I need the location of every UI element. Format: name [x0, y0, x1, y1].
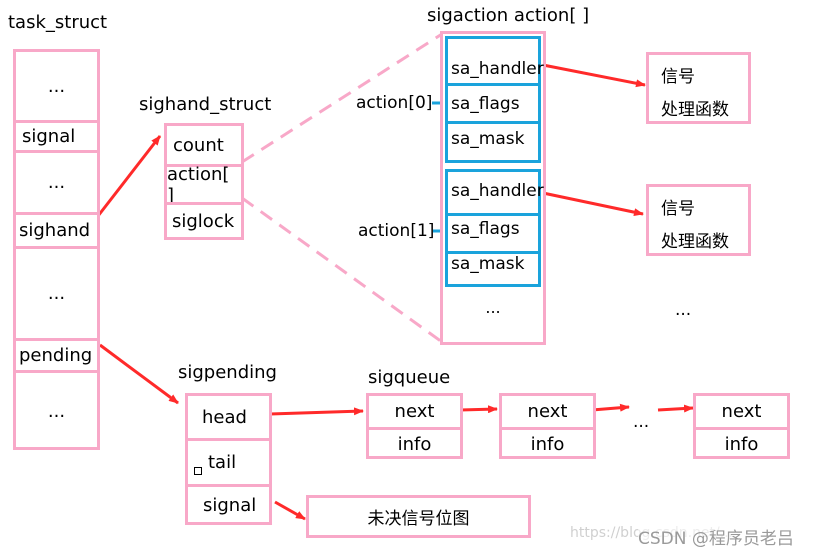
sigpending-field-tail: tail: [188, 438, 269, 484]
sa-handler-field: sa_handler: [451, 181, 544, 201]
anchor-handle-icon: [194, 467, 202, 475]
sa-flags-field: sa_flags: [448, 213, 538, 251]
sighand-field-siglock: siglock: [167, 202, 241, 238]
dashed-line-bottom: [241, 196, 443, 344]
task-struct-title: task_struct: [8, 12, 108, 33]
task-field-signal: signal: [16, 120, 97, 150]
sa-handler-field: sa_handler: [451, 59, 544, 79]
task-field-ellipsis: ...: [16, 150, 97, 212]
arrow-node0-to-node1: [459, 405, 498, 414]
sigqueue-node-1: next info: [499, 393, 596, 459]
task-struct-box: ... signal ... sighand ... pending ...: [13, 49, 100, 450]
action1-label: action[1]: [358, 221, 435, 241]
watermark-brand: CSDN @程序员老吕: [638, 524, 794, 549]
sighand-struct-box: count action[ ] siglock: [164, 123, 244, 240]
arrow-pending-to-sigpending: [99, 343, 179, 405]
sigqueue-node-2: next info: [693, 393, 790, 459]
sigpending-field-signal: signal: [188, 484, 269, 524]
sigqueue-title: sigqueue: [368, 367, 451, 388]
sigqueue-node-0: next info: [366, 393, 463, 459]
arrow-head-to-sigqueue: [269, 407, 364, 416]
task-field-ellipsis: ...: [16, 370, 97, 450]
handler-line2: 处理函数: [661, 100, 729, 120]
sa-flags-field: sa_flags: [448, 83, 538, 121]
sigqueue-info: info: [502, 427, 593, 459]
sigpending-box: head tail signal: [185, 393, 272, 525]
arrow-handler1: [542, 191, 644, 217]
handler-line1: 信号: [661, 67, 695, 87]
arrow-node1-to-ellipsis: [591, 403, 630, 412]
sigpending-title: sigpending: [178, 362, 277, 383]
arrow-handler0: [542, 63, 646, 88]
sigqueue-next: next: [721, 401, 762, 422]
sigqueue-info: info: [369, 427, 460, 459]
sigaction-entry-0: sa_handler sa_flags sa_mask: [445, 36, 544, 163]
sigqueue-info: info: [696, 427, 787, 459]
handler-box-0: 信号 处理函数: [646, 52, 751, 124]
pending-bitmap-box: 未决信号位图: [306, 495, 531, 538]
sigqueue-next: next: [527, 401, 568, 422]
sa-mask-field: sa_mask: [448, 121, 538, 160]
handler-line1: 信号: [661, 199, 695, 219]
sigaction-entry-1: sa_handler sa_flags sa_mask: [445, 169, 544, 287]
pending-bitmap-label: 未决信号位图: [367, 509, 470, 529]
sigqueue-next: next: [394, 401, 435, 422]
task-field-sighand: sighand: [16, 212, 97, 246]
sigaction-array-box: sa_handler sa_flags sa_mask sa_handler s…: [440, 31, 546, 345]
sigaction-array-title: sigaction action[ ]: [427, 5, 590, 26]
handler-line2: 处理函数: [661, 232, 729, 252]
sighand-field-count: count: [173, 134, 224, 156]
handler-box-1: 信号 处理函数: [646, 184, 751, 256]
action0-label: action[0]: [356, 93, 433, 113]
task-field-pending: pending: [16, 338, 97, 370]
task-field-ellipsis: ...: [47, 75, 66, 97]
arrow-ellipsis-to-node2: [657, 404, 694, 413]
task-field-ellipsis: ...: [16, 246, 97, 338]
handlers-more: ...: [675, 300, 692, 320]
sa-mask-field: sa_mask: [448, 251, 538, 287]
arrow-sighand-to-sighand-struct: [96, 135, 162, 217]
sigaction-more: ...: [485, 298, 501, 317]
arrow-signal-to-bitmap: [274, 500, 306, 521]
sigpending-field-head: head: [202, 406, 247, 428]
sighand-struct-title: sighand_struct: [139, 94, 272, 115]
sigqueue-ellipsis: ...: [633, 412, 650, 432]
sighand-field-action: action[ ]: [167, 164, 241, 206]
